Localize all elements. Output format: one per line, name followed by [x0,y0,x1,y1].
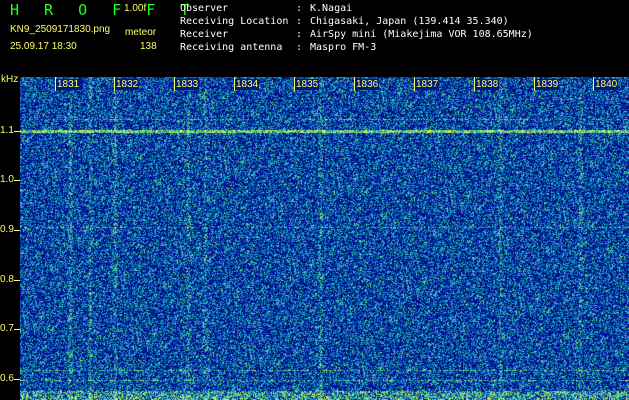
info-key: Receiving Location [180,16,289,27]
y-label: 1.0 [0,174,14,185]
info-separator: : [296,3,303,14]
y-tick [14,230,20,231]
info-row-location: Receiving Location: Chigasaki, Japan (139… [180,15,533,28]
header-panel: H R O F F T 1.00f KN9_2509171830.png met… [0,0,629,72]
spectrogram-plot [20,77,629,400]
minute-label: 1840 [594,79,619,90]
info-value: AirSpy mini (Miakejima VOR 108.65MHz) [310,29,533,40]
minute-label: 1833 [175,79,200,90]
y-label: 1.1 [0,125,14,136]
info-value: Chigasaki, Japan (139.414 35.340) [310,16,509,27]
y-axis-unit: kHz [1,74,19,85]
mode-label: meteor [125,27,157,38]
minute-label: 1835 [295,79,320,90]
info-value: K.Nagai [310,3,353,14]
app-version: 1.00f [124,3,147,14]
y-tick [14,379,20,380]
info-row-antenna: Receiving antenna: Maspro FM-3 [180,41,533,54]
info-separator: : [296,42,303,53]
app-brand: H R O F F T [10,1,198,19]
meteor-count: 138 [140,41,157,52]
datetime-label: 25.09.17 18:30 [10,41,77,52]
minute-label: 1839 [535,79,560,90]
y-label: 0.9 [0,224,14,235]
minute-label: 1832 [115,79,140,90]
info-key: Receiving antenna [180,42,283,53]
hrofft-window: H R O F F T 1.00f KN9_2509171830.png met… [0,0,629,400]
info-value: Maspro FM-3 [310,42,377,53]
info-key: Receiver [180,29,229,40]
y-label: 0.8 [0,274,14,285]
info-separator: : [296,16,303,27]
station-info: Observer: K.Nagai Receiving Location: Chig… [180,2,533,54]
info-key: Observer [180,3,229,14]
minute-label: 1837 [415,79,440,90]
minute-label: 1838 [475,79,500,90]
y-label: 0.7 [0,323,14,334]
file-name: KN9_2509171830.png [10,24,111,35]
info-row-observer: Observer: K.Nagai [180,2,533,15]
minute-label: 1836 [355,79,380,90]
minute-label: 1831 [56,79,81,90]
y-tick [14,329,20,330]
y-tick [14,180,20,181]
y-tick [14,280,20,281]
info-separator: : [296,29,303,40]
y-label: 0.6 [0,373,14,384]
info-row-receiver: Receiver: AirSpy mini (Miakejima VOR 108.… [180,28,533,41]
minute-label: 1834 [235,79,260,90]
spectrogram-canvas [20,77,629,400]
y-tick [14,131,20,132]
